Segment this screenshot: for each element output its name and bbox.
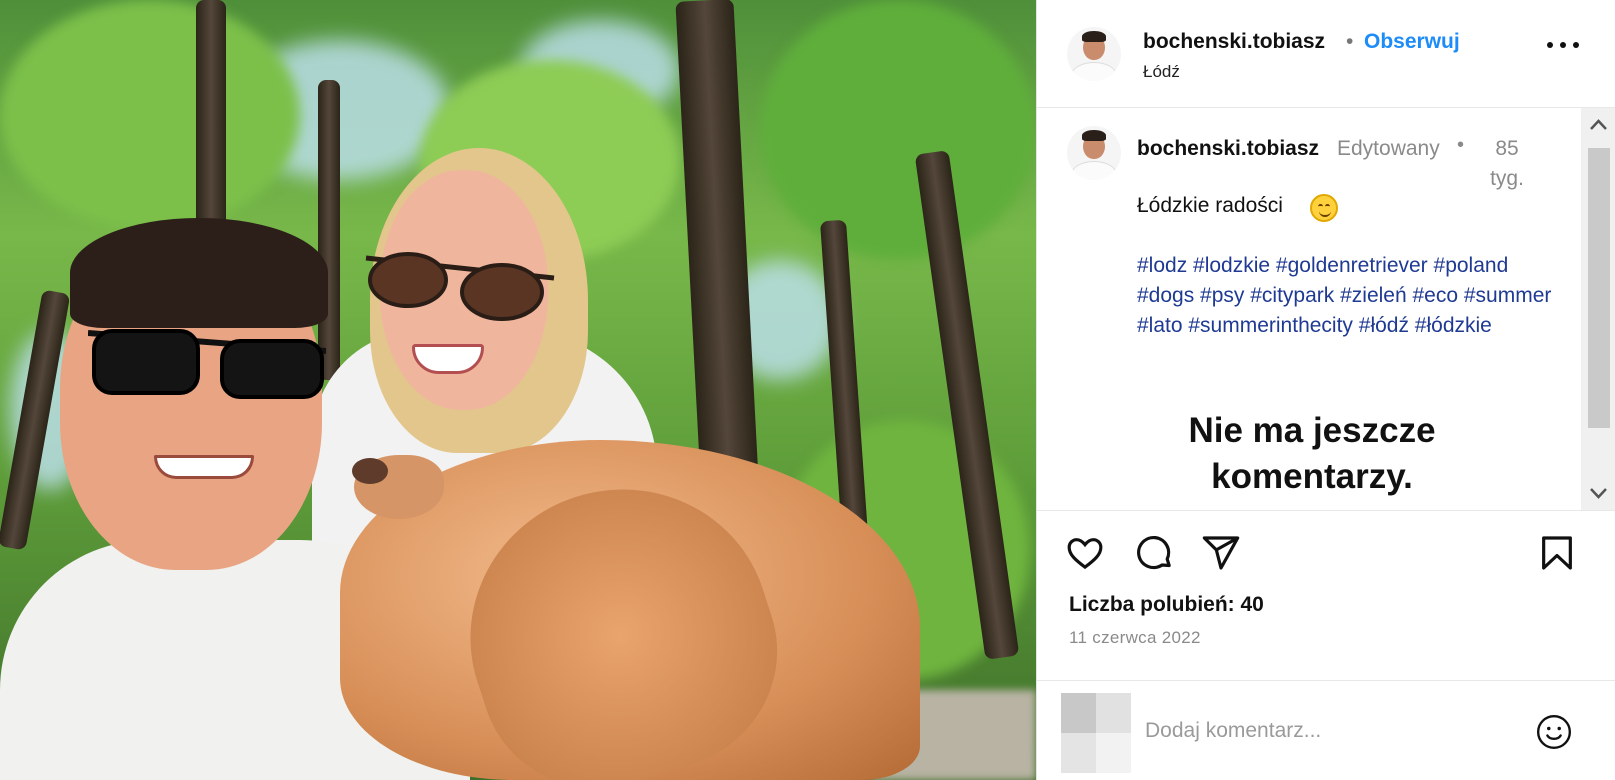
emoji-picker-icon[interactable]	[1535, 713, 1573, 751]
sunglasses	[365, 252, 555, 321]
man-smile	[154, 455, 254, 479]
bookmark-icon[interactable]	[1537, 533, 1577, 573]
separator-dot: •	[1457, 134, 1465, 156]
caption-text: Łódzkie radości	[1137, 194, 1283, 217]
avatar[interactable]	[1067, 126, 1121, 180]
likes-count[interactable]: Liczba polubień: 40	[1069, 593, 1264, 617]
action-bar	[1037, 510, 1615, 580]
foliage	[760, 0, 1036, 260]
avatar-shirt	[1071, 160, 1117, 180]
post-photo[interactable]	[0, 0, 1036, 780]
post-username[interactable]: bochenski.tobiasz	[1143, 30, 1325, 54]
post-location[interactable]: Łódź	[1143, 62, 1180, 82]
avatar[interactable]	[1067, 27, 1121, 81]
share-icon[interactable]	[1201, 533, 1241, 573]
comments-scrollbar[interactable]	[1581, 108, 1615, 510]
dog-nose	[352, 458, 388, 484]
comment-icon[interactable]	[1135, 533, 1175, 573]
foliage	[0, 0, 300, 230]
man-hair	[70, 218, 328, 328]
empty-comments-message: Nie ma jeszcze komentarzy.	[1188, 411, 1436, 496]
edited-label: Edytowany	[1337, 137, 1440, 160]
scroll-down-icon[interactable]	[1581, 476, 1615, 510]
redacted-avatar-lower	[1061, 733, 1131, 773]
avatar-shirt	[1071, 61, 1117, 81]
post-header: bochenski.tobiasz • Obserwuj Łódź	[1037, 0, 1615, 108]
add-comment-bar	[1037, 680, 1615, 780]
heart-icon[interactable]	[1065, 533, 1105, 573]
separator-dot: •	[1346, 30, 1354, 53]
post-date[interactable]: 11 czerwca 2022	[1069, 628, 1201, 648]
comment-input[interactable]	[1145, 711, 1515, 751]
post-sidebar: bochenski.tobiasz • Obserwuj Łódź bochen…	[1036, 0, 1615, 780]
comments-section: bochenski.tobiasz Edytowany • 85 tyg. Łó…	[1037, 108, 1615, 510]
avatar-hair	[1082, 130, 1106, 142]
scroll-up-icon[interactable]	[1581, 108, 1615, 142]
caption-username[interactable]: bochenski.tobiasz	[1137, 134, 1327, 164]
scrollbar-thumb[interactable]	[1588, 148, 1610, 428]
sunglasses	[88, 329, 326, 399]
avatar-hair	[1082, 31, 1106, 43]
post-age[interactable]: 85 tyg.	[1477, 134, 1537, 194]
follow-button[interactable]: Obserwuj	[1364, 30, 1460, 54]
smiling-face-emoji-icon	[1310, 194, 1338, 222]
more-options-icon[interactable]	[1543, 32, 1583, 56]
tree-trunk	[196, 0, 226, 240]
caption-hashtags[interactable]: #lodz #lodzkie #goldenretriever #poland …	[1137, 251, 1557, 341]
